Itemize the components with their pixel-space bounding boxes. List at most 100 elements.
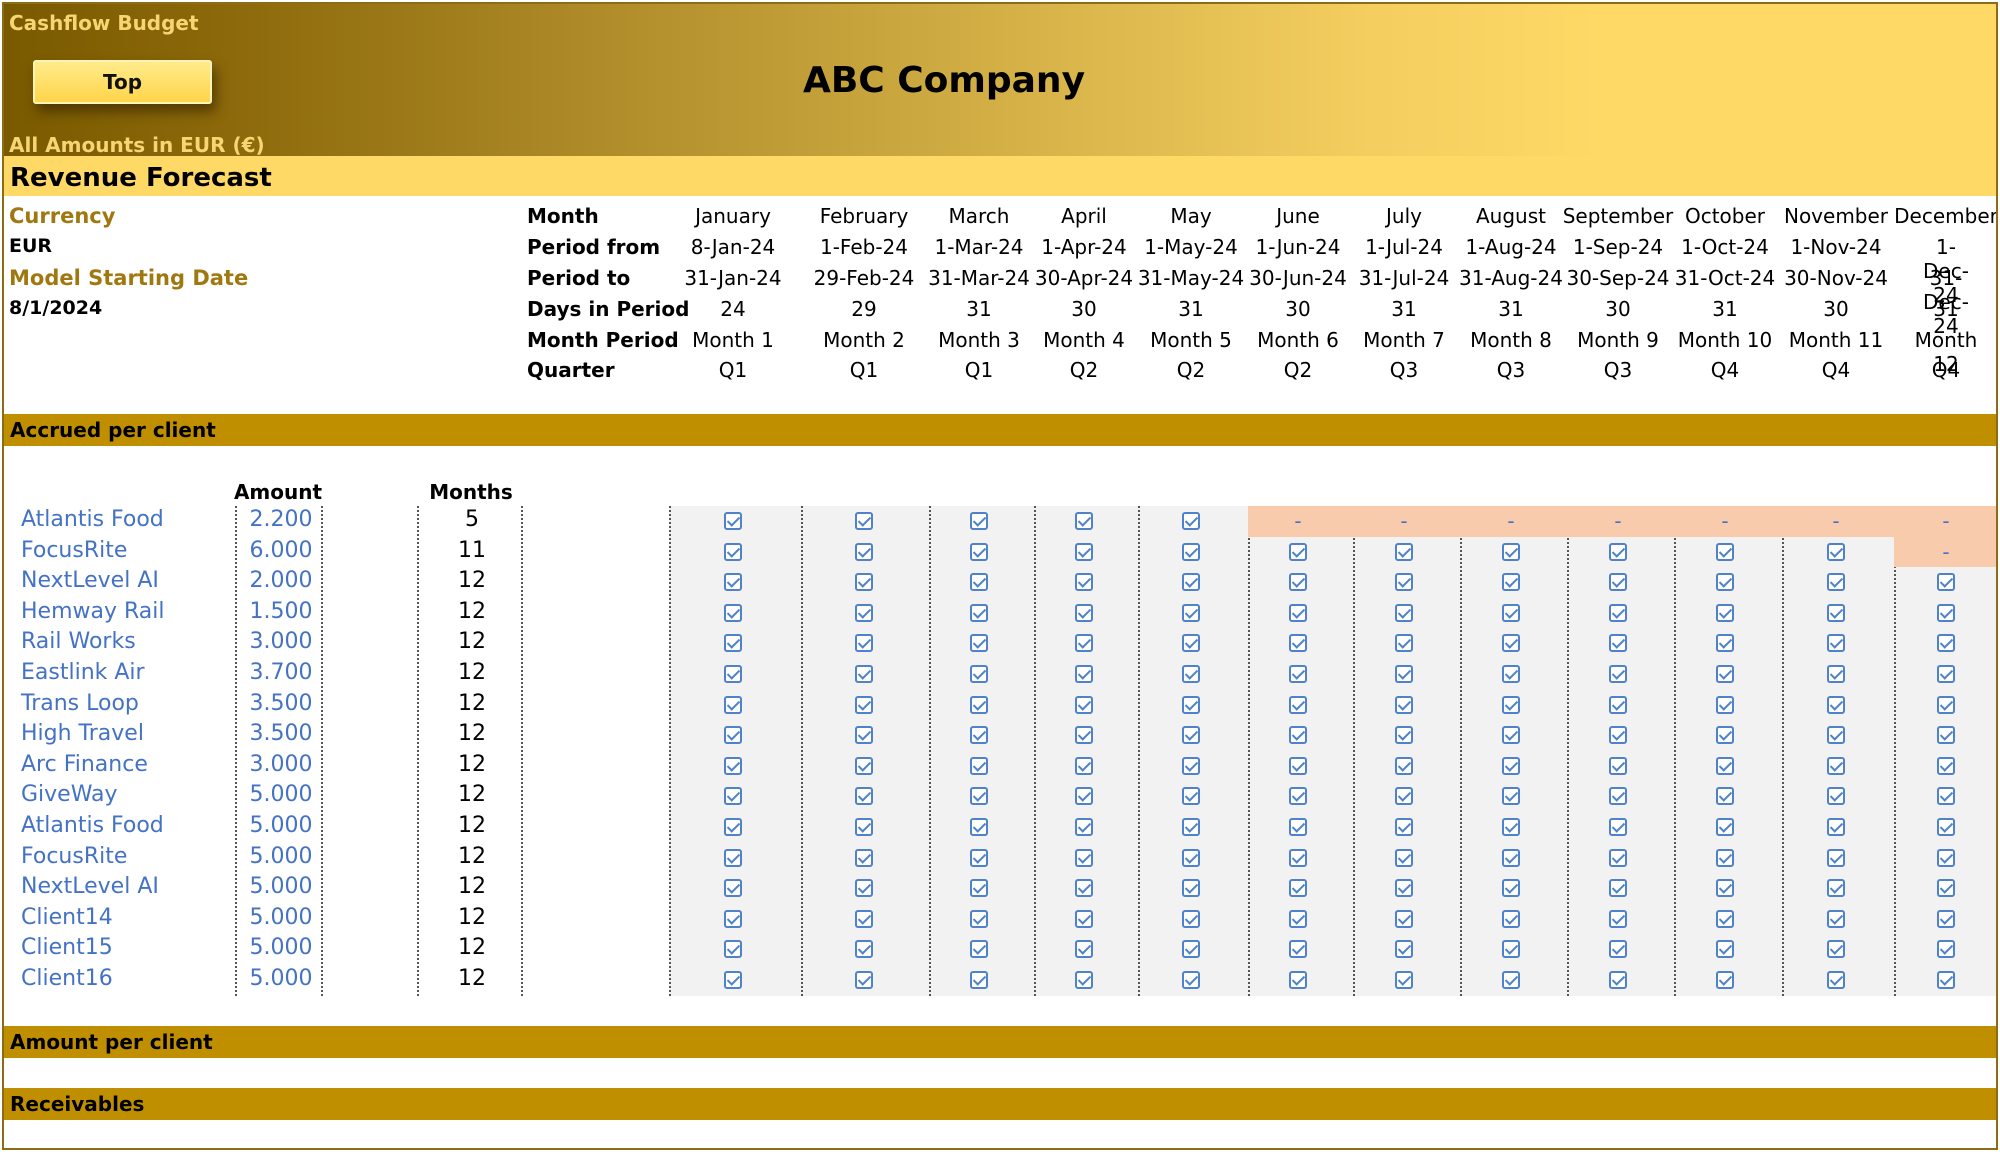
accrual-checkbox-icon[interactable] (1395, 695, 1413, 714)
accrual-checkbox-icon[interactable] (1609, 542, 1627, 561)
accrual-checkbox-icon[interactable] (1075, 848, 1093, 867)
accrual-checkbox-icon[interactable] (1502, 787, 1520, 806)
accrual-checkbox-icon[interactable] (1502, 848, 1520, 867)
accrual-checkbox-icon[interactable] (1182, 634, 1200, 653)
client-months-input[interactable]: 12 (442, 721, 502, 746)
accrual-checkbox-icon[interactable] (855, 971, 873, 989)
accrual-checkbox-icon[interactable] (1716, 848, 1734, 867)
client-amount-input[interactable]: 5.000 (241, 844, 321, 869)
accrual-checkbox-icon[interactable] (1609, 848, 1627, 867)
accrual-checkbox-icon[interactable] (1395, 848, 1413, 867)
accrual-checkbox-icon[interactable] (1609, 756, 1627, 775)
accrual-checkbox-icon[interactable] (1289, 634, 1307, 653)
accrual-checkbox-icon[interactable] (1395, 726, 1413, 745)
accrual-checkbox-icon[interactable] (1827, 665, 1845, 683)
accrual-checkbox-icon[interactable] (1395, 573, 1413, 592)
accrual-checkbox-icon[interactable] (855, 726, 873, 745)
accrual-checkbox-icon[interactable] (1937, 879, 1955, 898)
client-amount-input[interactable]: 5.000 (241, 966, 321, 991)
accrual-checkbox-icon[interactable] (1609, 909, 1627, 928)
accrual-checkbox-icon[interactable] (1609, 573, 1627, 592)
accrual-checkbox-icon[interactable] (970, 726, 988, 745)
client-name[interactable]: Client16 (21, 966, 113, 991)
accrual-checkbox-icon[interactable] (970, 909, 988, 928)
accrual-checkbox-icon[interactable] (724, 940, 742, 959)
client-amount-input[interactable]: 5.000 (241, 935, 321, 960)
accrual-checkbox-icon[interactable] (1827, 726, 1845, 745)
accrual-checkbox-icon[interactable] (1609, 665, 1627, 683)
accrual-checkbox-icon[interactable] (855, 848, 873, 867)
accrual-checkbox-icon[interactable] (1289, 756, 1307, 775)
client-amount-input[interactable]: 1.500 (241, 599, 321, 624)
accrual-checkbox-icon[interactable] (1502, 756, 1520, 775)
client-months-input[interactable]: 12 (442, 874, 502, 899)
accrual-checkbox-icon[interactable] (970, 512, 988, 530)
client-months-input[interactable]: 12 (442, 966, 502, 991)
accrual-checkbox-icon[interactable] (970, 573, 988, 592)
accrual-checkbox-icon[interactable] (1827, 848, 1845, 867)
accrual-checkbox-icon[interactable] (1609, 787, 1627, 806)
accrual-checkbox-icon[interactable] (855, 940, 873, 959)
accrual-checkbox-icon[interactable] (724, 818, 742, 836)
client-name[interactable]: Atlantis Food (21, 507, 164, 532)
accrual-checkbox-icon[interactable] (1075, 787, 1093, 806)
accrual-checkbox-icon[interactable] (724, 909, 742, 928)
accrual-checkbox-icon[interactable] (1609, 726, 1627, 745)
accrual-checkbox-icon[interactable] (970, 818, 988, 836)
accrual-checkbox-icon[interactable] (1827, 787, 1845, 806)
accrual-checkbox-icon[interactable] (1609, 634, 1627, 653)
accrual-checkbox-icon[interactable] (1609, 879, 1627, 898)
accrual-checkbox-icon[interactable] (1289, 542, 1307, 561)
accrual-checkbox-icon[interactable] (1716, 940, 1734, 959)
accrual-checkbox-icon[interactable] (1502, 726, 1520, 745)
client-name[interactable]: Atlantis Food (21, 813, 164, 838)
accrual-checkbox-icon[interactable] (724, 879, 742, 898)
accrual-checkbox-icon[interactable] (1289, 603, 1307, 622)
accrual-checkbox-icon[interactable] (1395, 971, 1413, 989)
accrual-checkbox-icon[interactable] (1075, 909, 1093, 928)
client-amount-input[interactable]: 2.000 (241, 568, 321, 593)
accrual-checkbox-icon[interactable] (1395, 665, 1413, 683)
accrual-checkbox-icon[interactable] (1075, 603, 1093, 622)
accrual-checkbox-icon[interactable] (1075, 971, 1093, 989)
accrual-checkbox-icon[interactable] (1502, 818, 1520, 836)
accrual-checkbox-icon[interactable] (724, 665, 742, 683)
accrual-checkbox-icon[interactable] (855, 818, 873, 836)
accrual-checkbox-icon[interactable] (855, 512, 873, 530)
accrual-checkbox-icon[interactable] (1289, 573, 1307, 592)
accrual-checkbox-icon[interactable] (855, 634, 873, 653)
accrual-checkbox-icon[interactable] (1182, 879, 1200, 898)
client-name[interactable]: GiveWay (21, 782, 118, 807)
client-months-input[interactable]: 12 (442, 629, 502, 654)
accrual-checkbox-icon[interactable] (1075, 573, 1093, 592)
client-amount-input[interactable]: 5.000 (241, 874, 321, 899)
accrual-checkbox-icon[interactable] (855, 787, 873, 806)
client-months-input[interactable]: 12 (442, 599, 502, 624)
accrual-checkbox-icon[interactable] (1395, 756, 1413, 775)
accrual-checkbox-icon[interactable] (1395, 603, 1413, 622)
accrual-checkbox-icon[interactable] (1937, 787, 1955, 806)
accrual-checkbox-icon[interactable] (1502, 603, 1520, 622)
accrual-checkbox-icon[interactable] (1937, 818, 1955, 836)
accrual-checkbox-icon[interactable] (1502, 971, 1520, 989)
client-months-input[interactable]: 12 (442, 905, 502, 930)
accrual-checkbox-icon[interactable] (724, 573, 742, 592)
accrual-checkbox-icon[interactable] (1502, 940, 1520, 959)
client-name[interactable]: Arc Finance (21, 752, 148, 777)
accrual-checkbox-icon[interactable] (1609, 971, 1627, 989)
accrual-checkbox-icon[interactable] (1075, 665, 1093, 683)
accrual-checkbox-icon[interactable] (855, 665, 873, 683)
accrual-checkbox-icon[interactable] (1502, 665, 1520, 683)
client-amount-input[interactable]: 3.700 (241, 660, 321, 685)
currency-value[interactable]: EUR (9, 235, 52, 257)
accrual-checkbox-icon[interactable] (1502, 879, 1520, 898)
accrual-checkbox-icon[interactable] (1716, 879, 1734, 898)
accrual-checkbox-icon[interactable] (970, 542, 988, 561)
accrual-checkbox-icon[interactable] (1827, 695, 1845, 714)
accrual-checkbox-icon[interactable] (1827, 879, 1845, 898)
accrual-checkbox-icon[interactable] (1289, 909, 1307, 928)
accrual-checkbox-icon[interactable] (1289, 787, 1307, 806)
accrual-checkbox-icon[interactable] (1182, 665, 1200, 683)
client-amount-input[interactable]: 5.000 (241, 813, 321, 838)
accrual-checkbox-icon[interactable] (1182, 787, 1200, 806)
